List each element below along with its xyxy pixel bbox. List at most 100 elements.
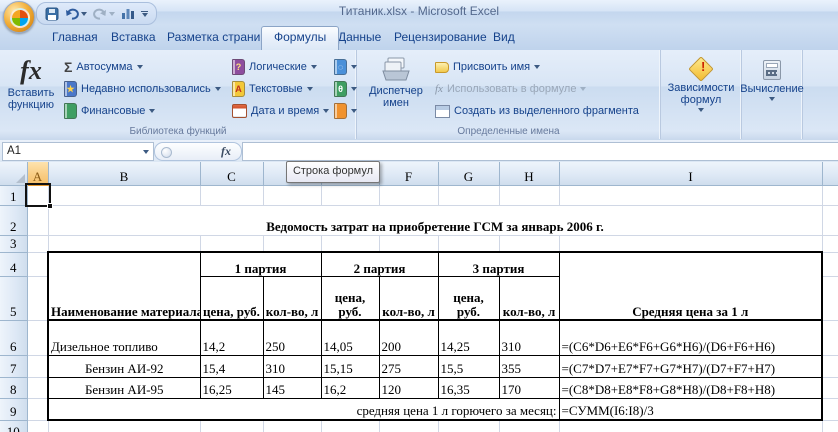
formula-auditing-button[interactable]: ! Зависимости формул [663, 52, 739, 141]
header-average-price[interactable]: Средняя цена за 1 л [558, 251, 823, 321]
cell[interactable] [559, 235, 823, 253]
cell[interactable] [48, 235, 201, 253]
logical-button[interactable]: ? Логические [232, 57, 317, 77]
cell-material-name[interactable]: Бензин АИ-92 [47, 354, 201, 378]
cell[interactable] [499, 235, 560, 253]
cell[interactable] [822, 235, 838, 253]
save-icon[interactable] [45, 7, 59, 21]
header-batch-1[interactable]: 1 партия [199, 251, 322, 277]
cell-footer-formula[interactable]: =СУММ(I6:I8)/3 [558, 397, 823, 421]
cell[interactable] [499, 185, 560, 206]
cell-formula[interactable]: =(C7*D7+E7*F7+G7*H7)/(D7+F7+H7) [558, 354, 823, 378]
cell-value[interactable]: 355 [498, 354, 560, 378]
cell-value[interactable]: 120 [378, 376, 439, 399]
undo-button[interactable] [65, 8, 87, 20]
chart-icon[interactable] [121, 7, 135, 20]
select-all-corner[interactable] [0, 162, 28, 186]
col-header-B[interactable]: B [48, 162, 201, 186]
math-trig-button[interactable]: θ [334, 79, 357, 99]
cell-value[interactable]: 16,25 [199, 376, 264, 399]
redo-button[interactable] [93, 8, 115, 20]
formula-input[interactable] [242, 142, 838, 161]
cell-material-name[interactable]: Бензин АИ-95 [47, 376, 201, 399]
cell[interactable] [263, 185, 322, 206]
cell[interactable] [27, 398, 49, 421]
row-header-5[interactable]: 5 [0, 276, 28, 321]
cell[interactable] [822, 320, 838, 356]
header-batch-2[interactable]: 2 партия [320, 251, 439, 277]
cell[interactable] [27, 276, 49, 321]
sheet-title[interactable]: Ведомость затрат на приобретение ГСМ за … [48, 205, 823, 236]
cell-value[interactable]: 145 [262, 376, 322, 399]
cell-value[interactable]: 250 [262, 319, 322, 356]
name-box-dropdown-icon[interactable] [143, 150, 149, 154]
active-cell-selection[interactable] [25, 183, 53, 209]
tab-formuly[interactable]: Формулы [261, 26, 340, 50]
create-from-selection-button[interactable]: Создать из выделенного фрагмента [435, 101, 639, 121]
cell[interactable] [822, 377, 838, 399]
financial-button[interactable]: Финансовые [64, 101, 156, 121]
define-name-button[interactable]: Присвоить имя [435, 57, 541, 77]
col-header-J-partial[interactable] [822, 162, 838, 186]
fx-icon[interactable]: fx [221, 144, 231, 159]
col-header-H[interactable]: H [499, 162, 560, 186]
recently-used-button[interactable]: ★ Недавно использовались [64, 79, 221, 99]
cell[interactable] [822, 420, 838, 432]
col-header-G[interactable]: G [438, 162, 500, 186]
cell-value[interactable]: 310 [498, 319, 560, 356]
cell-formula[interactable]: =(C8*D8+E8*F8+G8*H8)/(D8+F8+H8) [558, 376, 823, 399]
cell[interactable] [499, 420, 560, 432]
cell[interactable] [27, 355, 49, 378]
cell[interactable] [822, 355, 838, 378]
cell[interactable] [263, 235, 322, 253]
cell[interactable] [438, 185, 500, 206]
col-header-A[interactable]: A [27, 162, 49, 186]
cell[interactable] [48, 420, 201, 432]
cell[interactable] [27, 205, 49, 236]
cell[interactable] [822, 252, 838, 277]
cell-value[interactable]: 15,4 [199, 354, 264, 378]
cell[interactable] [200, 235, 264, 253]
cell[interactable] [27, 235, 49, 253]
row-header-1[interactable]: 1 [0, 185, 28, 206]
cell[interactable] [27, 377, 49, 399]
cell[interactable] [321, 235, 380, 253]
cell[interactable] [321, 185, 380, 206]
col-header-I[interactable]: I [559, 162, 823, 186]
row-header-10[interactable]: 10 [0, 420, 28, 432]
cell[interactable] [200, 185, 264, 206]
cell[interactable] [379, 420, 439, 432]
lookup-reference-button[interactable]: ◌ [334, 57, 357, 77]
header-batch-3[interactable]: 3 партия [437, 251, 560, 277]
cell[interactable] [822, 276, 838, 321]
row-header-3[interactable]: 3 [0, 235, 28, 253]
row-header-8[interactable]: 8 [0, 377, 28, 399]
header-qty-3[interactable]: кол-во, л [498, 275, 560, 321]
cell-value[interactable]: 275 [378, 354, 439, 378]
cell[interactable] [27, 320, 49, 356]
more-functions-button[interactable] [334, 101, 357, 121]
cell-value[interactable]: 200 [378, 319, 439, 356]
autosum-button[interactable]: Σ Автосумма [64, 57, 143, 77]
cell[interactable] [822, 185, 838, 206]
cell-value[interactable]: 15,5 [437, 354, 500, 378]
cell-value[interactable]: 14,25 [437, 319, 500, 356]
header-material-name[interactable]: Наименование материала [47, 251, 201, 321]
cell[interactable] [379, 185, 439, 206]
cell[interactable] [559, 185, 823, 206]
row-header-9[interactable]: 9 [0, 398, 28, 421]
header-qty-2[interactable]: кол-во, л [378, 275, 439, 321]
cell-value[interactable]: 14,05 [320, 319, 380, 356]
cell[interactable] [559, 420, 823, 432]
cell[interactable] [321, 420, 380, 432]
header-price-3[interactable]: цена, руб. [437, 275, 500, 321]
date-time-button[interactable]: Дата и время [232, 101, 330, 121]
qat-customize-button[interactable] [141, 10, 148, 17]
cell-value[interactable]: 16,2 [320, 376, 380, 399]
cell[interactable] [438, 420, 500, 432]
cell-value[interactable]: 14,2 [199, 319, 264, 356]
row-header-7[interactable]: 7 [0, 355, 28, 378]
name-box[interactable]: A1 [2, 142, 154, 161]
col-header-C[interactable]: C [200, 162, 264, 186]
cell-footer-label[interactable]: средняя цена 1 л горючего за месяц: [47, 397, 560, 421]
